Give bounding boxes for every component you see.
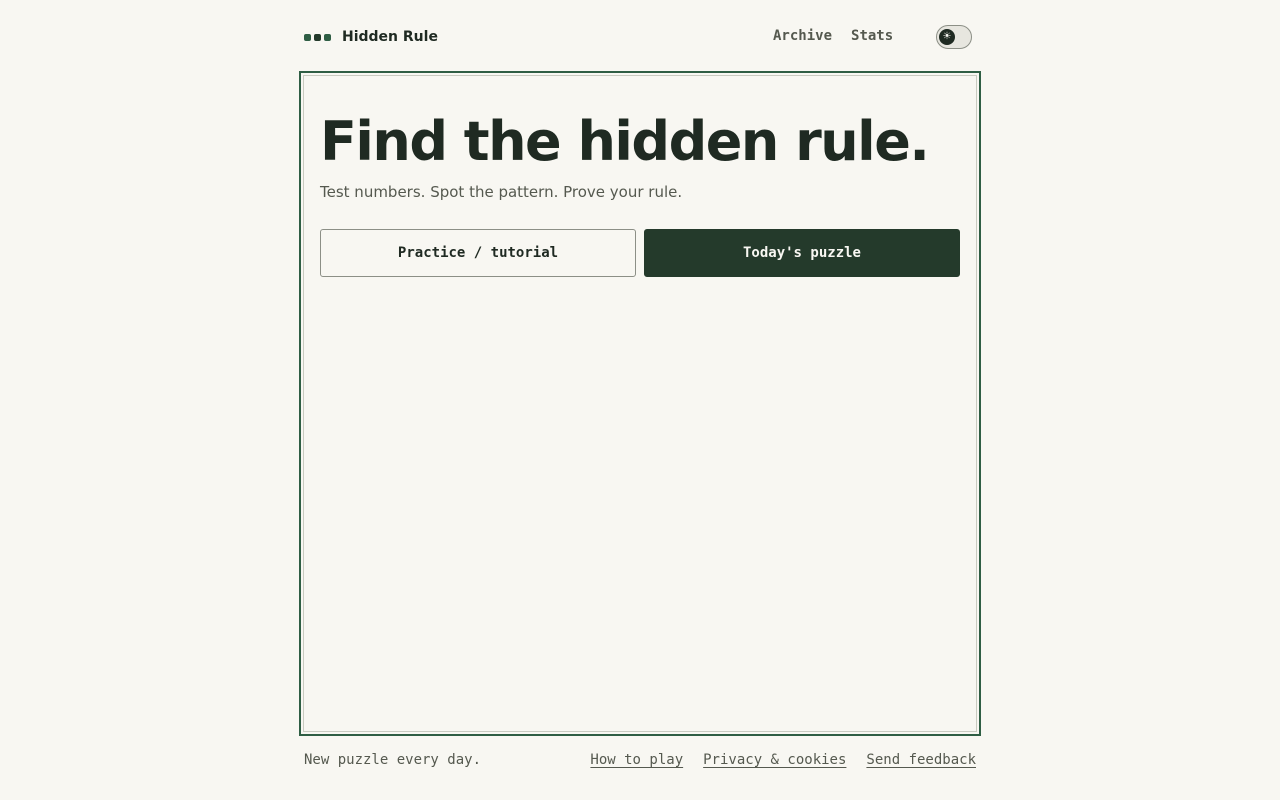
practice-tutorial-button[interactable]: Practice / tutorial bbox=[320, 229, 636, 277]
page-title: Find the hidden rule. bbox=[320, 110, 930, 173]
brand-logo[interactable]: Hidden Rule bbox=[304, 27, 438, 47]
how-to-play-link[interactable]: How to play bbox=[590, 752, 683, 768]
main-nav: Archive Stats bbox=[773, 28, 893, 44]
three-dots-logo-icon bbox=[304, 33, 331, 41]
nav-stats-link[interactable]: Stats bbox=[851, 28, 893, 44]
footer-tagline: New puzzle every day. bbox=[304, 752, 482, 768]
site-footer: New puzzle every day. How to play Privac… bbox=[300, 752, 980, 772]
nav-archive-link[interactable]: Archive bbox=[773, 28, 832, 44]
todays-puzzle-button[interactable]: Today's puzzle bbox=[644, 229, 960, 277]
sun-icon: ☀ bbox=[939, 29, 955, 45]
site-header: Hidden Rule Archive Stats ☀ bbox=[300, 0, 980, 72]
hero-card: Find the hidden rule. Test numbers. Spot… bbox=[299, 71, 981, 736]
theme-toggle[interactable]: ☀ bbox=[936, 25, 972, 49]
brand-name: Hidden Rule bbox=[342, 29, 438, 45]
send-feedback-link[interactable]: Send feedback bbox=[866, 752, 976, 768]
privacy-cookies-link[interactable]: Privacy & cookies bbox=[703, 752, 846, 768]
page-subtitle: Test numbers. Spot the pattern. Prove yo… bbox=[320, 183, 683, 201]
footer-links: How to play Privacy & cookies Send feedb… bbox=[590, 752, 976, 768]
